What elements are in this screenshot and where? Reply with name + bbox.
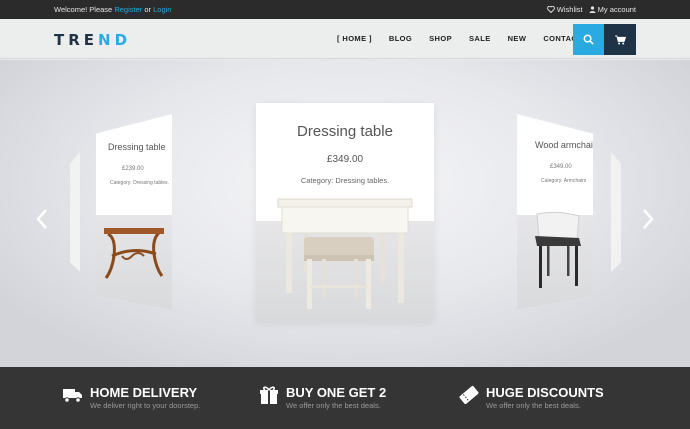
features-bar: HOME DELIVERY We deliver right to your d… <box>0 367 690 429</box>
slide-card-left[interactable]: Dressing table £239.00 Category: Dressin… <box>96 114 172 310</box>
slide-title: Dressing table <box>108 142 166 152</box>
slide-category: Category: Armchairs <box>541 178 587 184</box>
chevron-left-icon[interactable] <box>34 208 50 230</box>
wishlist-link[interactable]: Wishlist <box>546 5 583 14</box>
slide-category: Category: Dressing tables. <box>300 176 390 185</box>
welcome-text: Welcome! Please <box>54 5 113 14</box>
slide-price: £349.00 <box>326 154 364 165</box>
site-logo[interactable]: TREND <box>54 31 131 49</box>
armchair-image <box>535 211 581 288</box>
nav-new[interactable]: NEW <box>508 34 527 43</box>
logo-text-accent: ND <box>98 31 132 49</box>
slide-card-center[interactable]: Dressing table £349.00 Category: Dressin… <box>256 103 434 321</box>
cart-button[interactable] <box>604 24 636 55</box>
slide-price: £349.00 <box>550 164 572 170</box>
feature-title: HOME DELIVERY <box>90 385 198 400</box>
main-header: TREND [ HOME ] BLOG SHOP SALE NEW CONTAC… <box>0 19 690 59</box>
search-icon <box>583 34 594 45</box>
feature-buy-one-get-2: BUY ONE GET 2 We offer only the best dea… <box>258 385 386 410</box>
chevron-right-icon[interactable] <box>640 208 656 230</box>
main-nav: [ HOME ] BLOG SHOP SALE NEW CONTACT <box>337 34 582 43</box>
welcome-message: Welcome! Please Register or Login <box>54 5 171 14</box>
slide-category: Category: Dressing tables. <box>110 180 169 186</box>
ticket-icon <box>459 385 479 405</box>
slide-title: Dressing table <box>297 123 393 140</box>
user-icon <box>589 6 596 13</box>
truck-icon <box>63 389 82 403</box>
slide-title: Wood armchair <box>535 140 593 150</box>
nav-blog[interactable]: BLOG <box>389 34 412 43</box>
feature-title: BUY ONE GET 2 <box>286 385 387 400</box>
or-text: or <box>144 5 152 14</box>
account-link[interactable]: My account <box>589 5 636 14</box>
feature-subtitle: We offer only the best deals. <box>286 401 381 410</box>
register-link[interactable]: Register <box>114 5 142 14</box>
nav-shop[interactable]: SHOP <box>429 34 452 43</box>
slide-card-right[interactable]: Wood armchair £349.00 Category: Armchair… <box>517 114 593 310</box>
account-label: My account <box>597 5 636 14</box>
hero-slider: Dressing table £239.00 Category: Dressin… <box>0 60 690 367</box>
feature-huge-discounts: HUGE DISCOUNTS We offer only the best de… <box>458 385 604 410</box>
logo-text-dark: TRE <box>54 31 99 49</box>
feature-title: HUGE DISCOUNTS <box>486 385 604 400</box>
search-button[interactable] <box>573 24 604 55</box>
nav-home[interactable]: [ HOME ] <box>337 34 372 43</box>
wishlist-label: Wishlist <box>556 5 583 14</box>
heart-icon <box>546 6 555 13</box>
dressing-table-image <box>277 198 413 309</box>
slide-card-far-left[interactable] <box>70 152 80 272</box>
feature-subtitle: We deliver right to your doorstep. <box>90 401 201 410</box>
cart-icon <box>614 34 626 44</box>
slide-price: £239.00 <box>122 166 144 172</box>
feature-subtitle: We offer only the best deals. <box>486 401 581 410</box>
gift-icon <box>260 386 278 404</box>
top-bar: Welcome! Please Register or Login Wishli… <box>0 0 690 19</box>
nav-sale[interactable]: SALE <box>469 34 491 43</box>
feature-home-delivery: HOME DELIVERY We deliver right to your d… <box>62 385 200 410</box>
dressing-table-image <box>104 228 164 279</box>
slide-card-far-right[interactable] <box>611 152 621 272</box>
login-link[interactable]: Login <box>153 5 171 14</box>
